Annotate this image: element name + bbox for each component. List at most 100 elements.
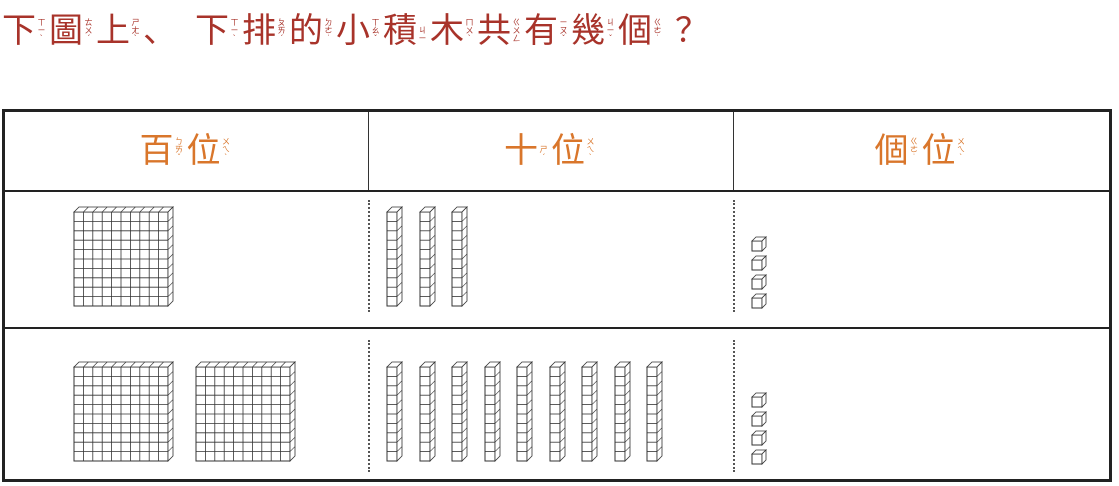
zhuyin-annotation: ㄨㄟˋ <box>222 138 231 162</box>
zhuyin-annotation: ㄕㄤˋ <box>131 19 140 43</box>
enumeration-comma: 、 <box>143 11 177 51</box>
zhuyin-symbol: ˙ <box>326 34 331 43</box>
dotted-column-divider <box>368 200 370 312</box>
hanzi: 個 <box>618 11 652 51</box>
question-char: 下ㄒㄧˋ <box>2 11 46 51</box>
header-char: 十ㄕˊ <box>504 131 548 171</box>
hanzi: 圖 <box>49 11 83 51</box>
zhuyin-annotation: ㄨㄟˋ <box>957 138 966 162</box>
hanzi: 位 <box>186 131 221 171</box>
zhuyin-annotation: ㄧㄡˇ <box>559 19 568 43</box>
zhuyin-symbol: ˇ <box>177 153 181 162</box>
ten-rod-block <box>483 361 501 466</box>
ten-rod-block <box>418 206 436 311</box>
ten-rod-block <box>548 361 566 466</box>
ten-rod-block <box>581 361 598 466</box>
zhuyin-symbol: ˊ <box>541 153 546 162</box>
question-char: 下ㄒㄧˋ <box>195 11 239 51</box>
zhuyin-symbol: ˋ <box>39 34 44 43</box>
dotted-column-divider <box>368 340 370 472</box>
base-ten-table: 百ㄅㄞ ˇ 位ㄨㄟ ˋ 十ㄕ ˊ 位ㄨㄟ ˋ 個ㄍㄜ ˙ 位ㄨㄟ ˋ <box>2 109 1112 482</box>
ten-rod-block <box>613 361 631 466</box>
unit-cube-block <box>751 255 767 275</box>
hundred-flat-block <box>73 361 174 466</box>
header-char: 位ㄨㄟˋ <box>922 131 966 171</box>
hanzi: 積 <box>383 11 417 51</box>
zhuyin-annotation: ㄇㄨˋ <box>465 19 474 43</box>
column-divider <box>368 112 369 190</box>
zhuyin-annotation: ㄉㄜ ˙ <box>324 19 333 43</box>
zhuyin-symbol: ˙ <box>912 153 916 162</box>
dotted-column-divider <box>733 340 735 472</box>
zhuyin-annotation: ㄨㄟˋ <box>586 138 595 162</box>
zhuyin-annotation: ㄒㄧˋ <box>230 19 239 43</box>
zhuyin-symbol: ˋ <box>588 153 593 162</box>
zhuyin-symbol: ㄧ <box>418 34 427 43</box>
question-char: 上ㄕㄤˋ <box>96 11 140 51</box>
zhuyin-annotation: ㄍㄜ ˙ <box>910 138 919 162</box>
zhuyin-annotation: ㄒㄧˋ <box>37 19 46 43</box>
ten-rod-block <box>451 361 468 466</box>
header-char: 位ㄨㄟˋ <box>187 131 231 171</box>
hundred-flat-block <box>73 206 174 311</box>
hanzi: 十 <box>504 131 538 171</box>
question-char: 木ㄇㄨˋ <box>430 11 474 51</box>
ten-rod-block <box>451 206 468 311</box>
zhuyin-symbol: ㄥ <box>512 34 521 43</box>
ten-rod-block <box>646 361 663 466</box>
zhuyin-annotation: ㄕˊ <box>539 146 548 162</box>
unit-cube-block <box>751 293 767 313</box>
hanzi: 位 <box>921 131 956 171</box>
hanzi: 木 <box>430 11 464 51</box>
ten-rod-block <box>516 361 533 466</box>
unit-cube-block <box>751 236 767 256</box>
zhuyin-annotation: ㄍㄨㄥ <box>512 19 521 43</box>
question-char: 個ㄍㄜ ˙ <box>618 11 662 51</box>
hanzi: 百 <box>139 131 174 171</box>
header-char: 百ㄅㄞˇ <box>140 131 184 171</box>
hanzi: 上 <box>96 11 130 51</box>
zhuyin-symbol: ˙ <box>655 34 660 43</box>
hanzi: 幾 <box>571 11 605 51</box>
zhuyin-symbol: ˇ <box>561 34 566 43</box>
unit-cube-block <box>751 274 767 294</box>
hundred-flat-block <box>195 361 296 466</box>
ten-rod-block <box>418 361 436 466</box>
zhuyin-annotation: ㄅㄞˇ <box>175 138 184 162</box>
header-ones: 個ㄍㄜ ˙ 位ㄨㄟ ˋ <box>734 112 1109 190</box>
question-char: 共ㄍㄨㄥ <box>477 11 521 51</box>
question-char: 小ㄒㄠˇ <box>336 11 380 51</box>
header-hundreds: 百ㄅㄞˇ位ㄨㄟˋ <box>5 112 368 190</box>
row-divider <box>5 327 1109 329</box>
zhuyin-symbol: ˋ <box>133 34 138 43</box>
header-tens: 十ㄕˊ位ㄨㄟˋ <box>369 112 733 190</box>
hanzi: 共 <box>477 11 511 51</box>
zhuyin-symbol: ˊ <box>86 34 91 43</box>
ten-rod-block <box>386 206 403 311</box>
column-divider <box>733 112 734 190</box>
hanzi: 下 <box>195 11 229 51</box>
hanzi: 的 <box>289 11 323 51</box>
hanzi: 位 <box>551 131 585 171</box>
zhuyin-annotation: ㄒㄠˇ <box>371 19 380 43</box>
question-char: 排ㄆㄞˊ <box>242 11 286 51</box>
question-char: 圖ㄊㄨˊ <box>49 11 93 51</box>
question-char: 積ㄐㄧ <box>383 11 427 51</box>
zhuyin-annotation: ㄊㄨˊ <box>84 19 93 43</box>
question-char: 的ㄉㄜ ˙ <box>289 11 333 51</box>
dotted-column-divider <box>733 200 735 312</box>
hanzi: 下 <box>2 11 36 51</box>
unit-cube-block <box>751 430 767 450</box>
zhuyin-symbol: ˋ <box>232 34 237 43</box>
hanzi: 有 <box>524 11 558 51</box>
zhuyin-symbol: ˊ <box>279 34 284 43</box>
unit-cube-block <box>751 392 767 412</box>
question-line: 下ㄒㄧ ˋ 圖ㄊㄨ ˊ 上ㄕㄤ ˋ、下ㄒㄧ ˋ 排ㄆㄞ ˊ 的ㄉㄜ ˙ 小ㄒㄠ ˇ 積ㄐㄧ木ㄇㄨ ˋ 共ㄍㄨㄥ… <box>2 3 709 51</box>
question-mark: ？ <box>675 11 709 51</box>
hanzi: 排 <box>242 11 276 51</box>
unit-cube-block <box>751 449 767 469</box>
zhuyin-symbol: ˇ <box>373 34 378 43</box>
zhuyin-annotation: ㄆㄞˊ <box>277 19 286 43</box>
zhuyin-symbol: ˇ <box>608 34 613 43</box>
zhuyin-symbol: ˋ <box>224 153 228 162</box>
